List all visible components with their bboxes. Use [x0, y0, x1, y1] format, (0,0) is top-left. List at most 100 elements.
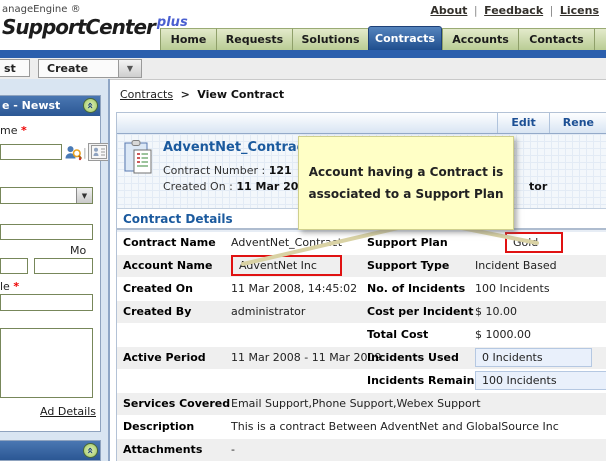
new-request-button-partial[interactable]: st	[0, 59, 30, 77]
toolbar: st Create	[0, 58, 606, 80]
incidents-used-label: Incidents Used	[367, 351, 459, 364]
link-separator: |	[549, 4, 554, 17]
table-row: Total Cost $ 1000.00	[117, 324, 606, 347]
account-name-label: Account Name	[123, 259, 213, 272]
chevron-down-icon[interactable]	[118, 60, 141, 77]
breadcrumb: Contracts > View Contract	[120, 88, 284, 101]
tab-accounts[interactable]: Accounts	[442, 28, 518, 50]
add-details-link[interactable]: Ad Details	[40, 405, 96, 418]
create-dropdown-button[interactable]: Create	[38, 59, 142, 78]
name-field-label: me *	[0, 124, 27, 137]
created-by-value: administrator	[231, 305, 306, 318]
icon-divider: |	[83, 145, 87, 159]
email-input[interactable]	[0, 224, 93, 240]
contact-card-button[interactable]	[87, 143, 110, 161]
tab-solutions[interactable]: Solutions	[292, 28, 368, 50]
tab-partial[interactable]	[594, 28, 606, 50]
tab-home[interactable]: Home	[160, 28, 216, 50]
contract-meta: Contract Number : 121 Created On : 11 Ma…	[163, 163, 306, 195]
sidebar-splitter[interactable]	[108, 79, 110, 461]
collapse-panel-icon[interactable]	[83, 443, 98, 458]
cost-per-incident-value: $ 10.00	[475, 305, 517, 318]
support-plan-label: Support Plan	[367, 236, 448, 249]
table-row: Contract Name AdventNet_Contract Support…	[117, 232, 606, 255]
description-label: Description	[123, 420, 195, 433]
left-sidebar: e - Newst me * | Mo	[0, 79, 110, 461]
cost-per-incident-label: Cost per Incident	[367, 305, 474, 318]
contract-title: AdventNet_Contract	[163, 140, 311, 155]
description-value: This is a contract Between AdventNet and…	[231, 420, 559, 433]
phone-input[interactable]	[0, 258, 28, 274]
tab-underline-strip	[0, 50, 606, 58]
name-field-icons: |	[64, 143, 110, 161]
services-covered-value: Email Support,Phone Support,Webex Suppor…	[231, 397, 481, 410]
tab-contacts[interactable]: Contacts	[518, 28, 594, 50]
table-row: Description This is a contract Between A…	[117, 416, 606, 439]
contract-name-label: Contract Name	[123, 236, 216, 249]
breadcrumb-contracts-link[interactable]: Contracts	[120, 88, 173, 101]
table-row: Services Covered Email Support,Phone Sup…	[117, 393, 606, 416]
feedback-link[interactable]: Feedback	[484, 4, 543, 17]
quick-create-panel-header: e - Newst	[0, 96, 100, 116]
about-link[interactable]: About	[430, 4, 467, 17]
created-by-fragment: tor	[529, 180, 548, 193]
table-row: Attachments -	[117, 439, 606, 461]
support-type-value: Incident Based	[475, 259, 557, 272]
incidents-remaining-value: 100 Incidents	[475, 371, 606, 390]
note-line-1: Account having a Contract is	[308, 165, 504, 179]
created-on-value: 11 Mar 200	[236, 180, 307, 193]
no-of-incidents-label: No. of Incidents	[367, 282, 466, 295]
breadcrumb-separator: >	[180, 88, 190, 101]
section-title: Contract Details	[123, 212, 233, 226]
breadcrumb-current: View Contract	[197, 88, 285, 101]
select-chevron-down-icon[interactable]	[76, 188, 92, 203]
required-asterisk: *	[13, 280, 20, 293]
mobile-input[interactable]	[34, 258, 93, 274]
account-name-value-highlighted: AdventNet Inc	[231, 255, 342, 276]
renew-button[interactable]: Rene	[548, 113, 606, 133]
registered-mark-icon: ®	[70, 4, 81, 15]
required-asterisk: *	[20, 124, 27, 137]
contract-action-bar: Edit Rene	[117, 113, 606, 134]
create-button-label: Create	[47, 62, 89, 75]
support-type-label: Support Type	[367, 259, 450, 272]
contract-number-value: 121	[268, 164, 292, 177]
mobile-field-label: Mo	[70, 244, 87, 257]
contract-name-value: AdventNet_Contract	[231, 236, 343, 249]
quick-create-form: me * | Mo le * Ad D	[0, 116, 110, 431]
collapsed-panel-header	[0, 440, 101, 461]
link-separator: |	[473, 4, 478, 17]
attachments-label: Attachments	[123, 443, 203, 456]
created-on-label: Created On :	[163, 180, 237, 193]
table-row: Created By administrator Cost per Incide…	[117, 301, 606, 324]
contact-name-input[interactable]	[0, 144, 62, 160]
tab-spacer	[0, 28, 160, 50]
tab-requests[interactable]: Requests	[216, 28, 292, 50]
license-link[interactable]: Licens	[560, 4, 599, 17]
incidents-used-value: 0 Incidents	[475, 348, 592, 367]
tab-contracts[interactable]: Contracts	[368, 26, 442, 50]
search-contact-icon[interactable]	[64, 144, 82, 161]
request-title-input[interactable]	[0, 294, 93, 311]
annotation-note: Account having a Contract is associated …	[298, 136, 514, 230]
contact-card-icon	[90, 145, 107, 159]
title-field-label: le *	[0, 280, 20, 293]
contract-document-icon	[124, 140, 152, 174]
description-textarea[interactable]	[0, 328, 93, 398]
collapse-panel-icon[interactable]	[83, 98, 98, 113]
table-row: Incidents Remaining 100 Incidents	[117, 370, 606, 393]
product-select[interactable]	[0, 187, 93, 204]
supportcenter-plus-app: anageEngine ® SupportCenter plus About | …	[0, 0, 606, 461]
logo-company: anageEngine	[2, 4, 68, 15]
table-row: Active Period 11 Mar 2008 - 11 Mar 2009 …	[117, 347, 606, 370]
support-plan-value-highlighted: Gold	[505, 232, 563, 253]
total-cost-label: Total Cost	[367, 328, 429, 341]
edit-button[interactable]: Edit	[497, 113, 548, 133]
created-on-row-label: Created On	[123, 282, 193, 295]
top-links: About | Feedback | Licens	[427, 4, 602, 17]
quick-create-panel: e - Newst me * | Mo	[0, 95, 110, 432]
main-tabs: Home Requests Solutions Contracts Accoun…	[0, 26, 606, 50]
active-period-value: 11 Mar 2008 - 11 Mar 2009	[231, 351, 382, 364]
panel-title: e - Newst	[2, 99, 61, 112]
created-on-row-value: 11 Mar 2008, 14:45:02	[231, 282, 358, 295]
